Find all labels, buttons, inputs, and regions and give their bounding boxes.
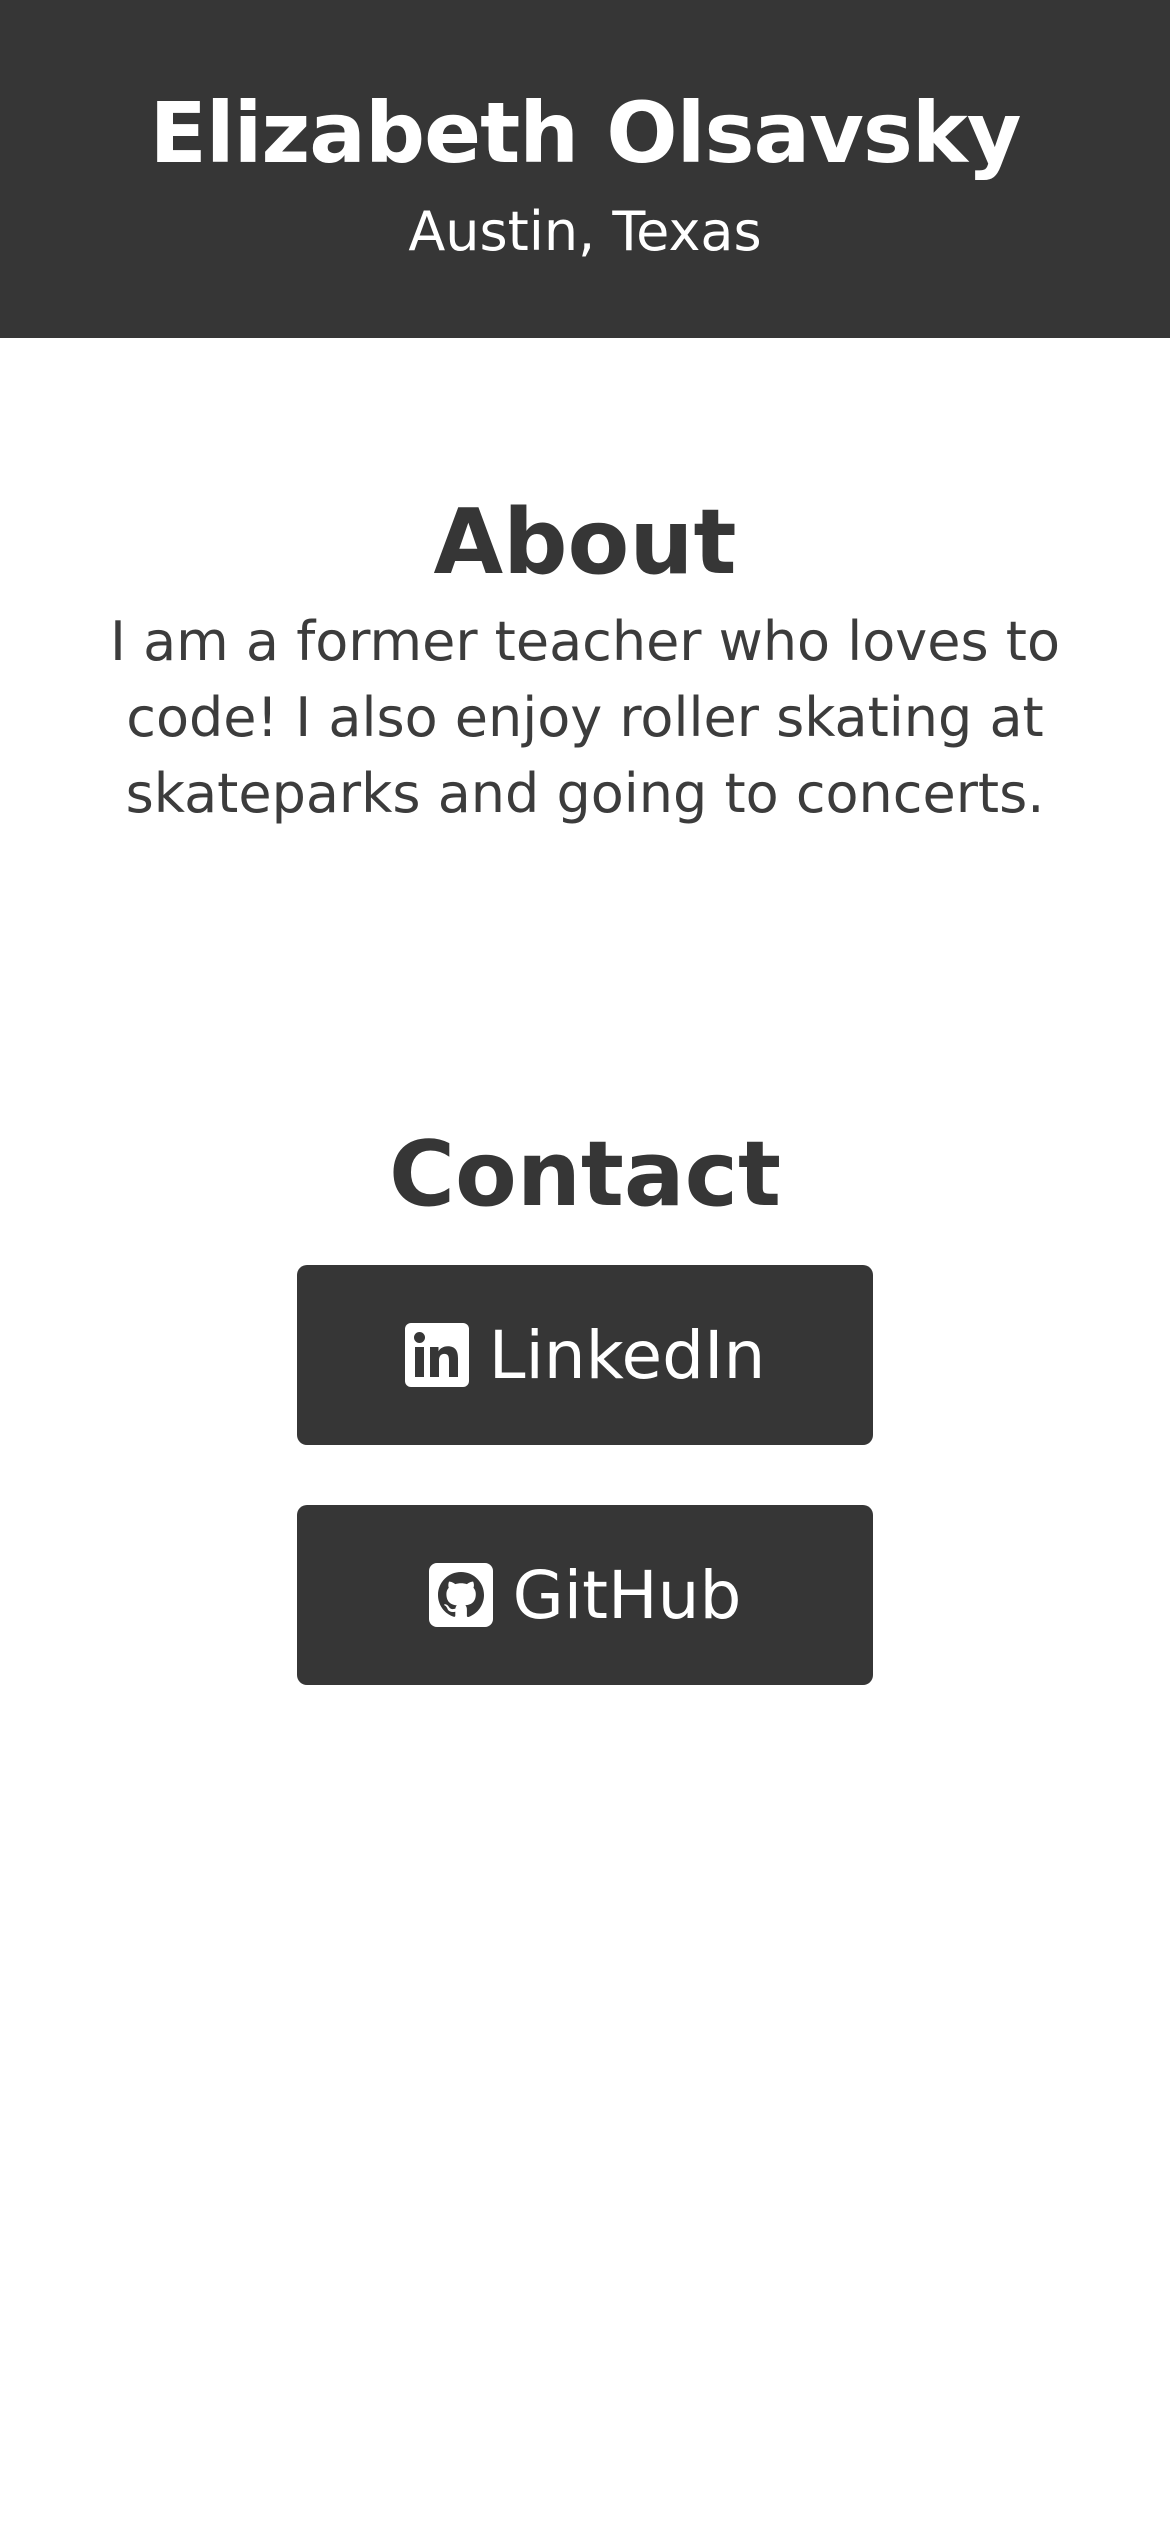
page-title: Elizabeth Olsavsky: [149, 84, 1021, 182]
linkedin-icon: [404, 1323, 469, 1387]
page-header: Elizabeth Olsavsky Austin, Texas: [0, 0, 1170, 338]
contact-heading: Contact: [388, 1122, 782, 1227]
about-text: I am a former teacher who loves to code!…: [109, 610, 1060, 825]
github-label: GitHub: [512, 1556, 742, 1634]
linkedin-label: LinkedIn: [488, 1316, 766, 1394]
github-button[interactable]: GitHub: [297, 1505, 873, 1685]
location-subtitle: Austin, Texas: [408, 200, 762, 263]
linkedin-button[interactable]: LinkedIn: [297, 1265, 873, 1445]
github-icon: [428, 1563, 493, 1627]
about-heading: About: [433, 490, 737, 595]
